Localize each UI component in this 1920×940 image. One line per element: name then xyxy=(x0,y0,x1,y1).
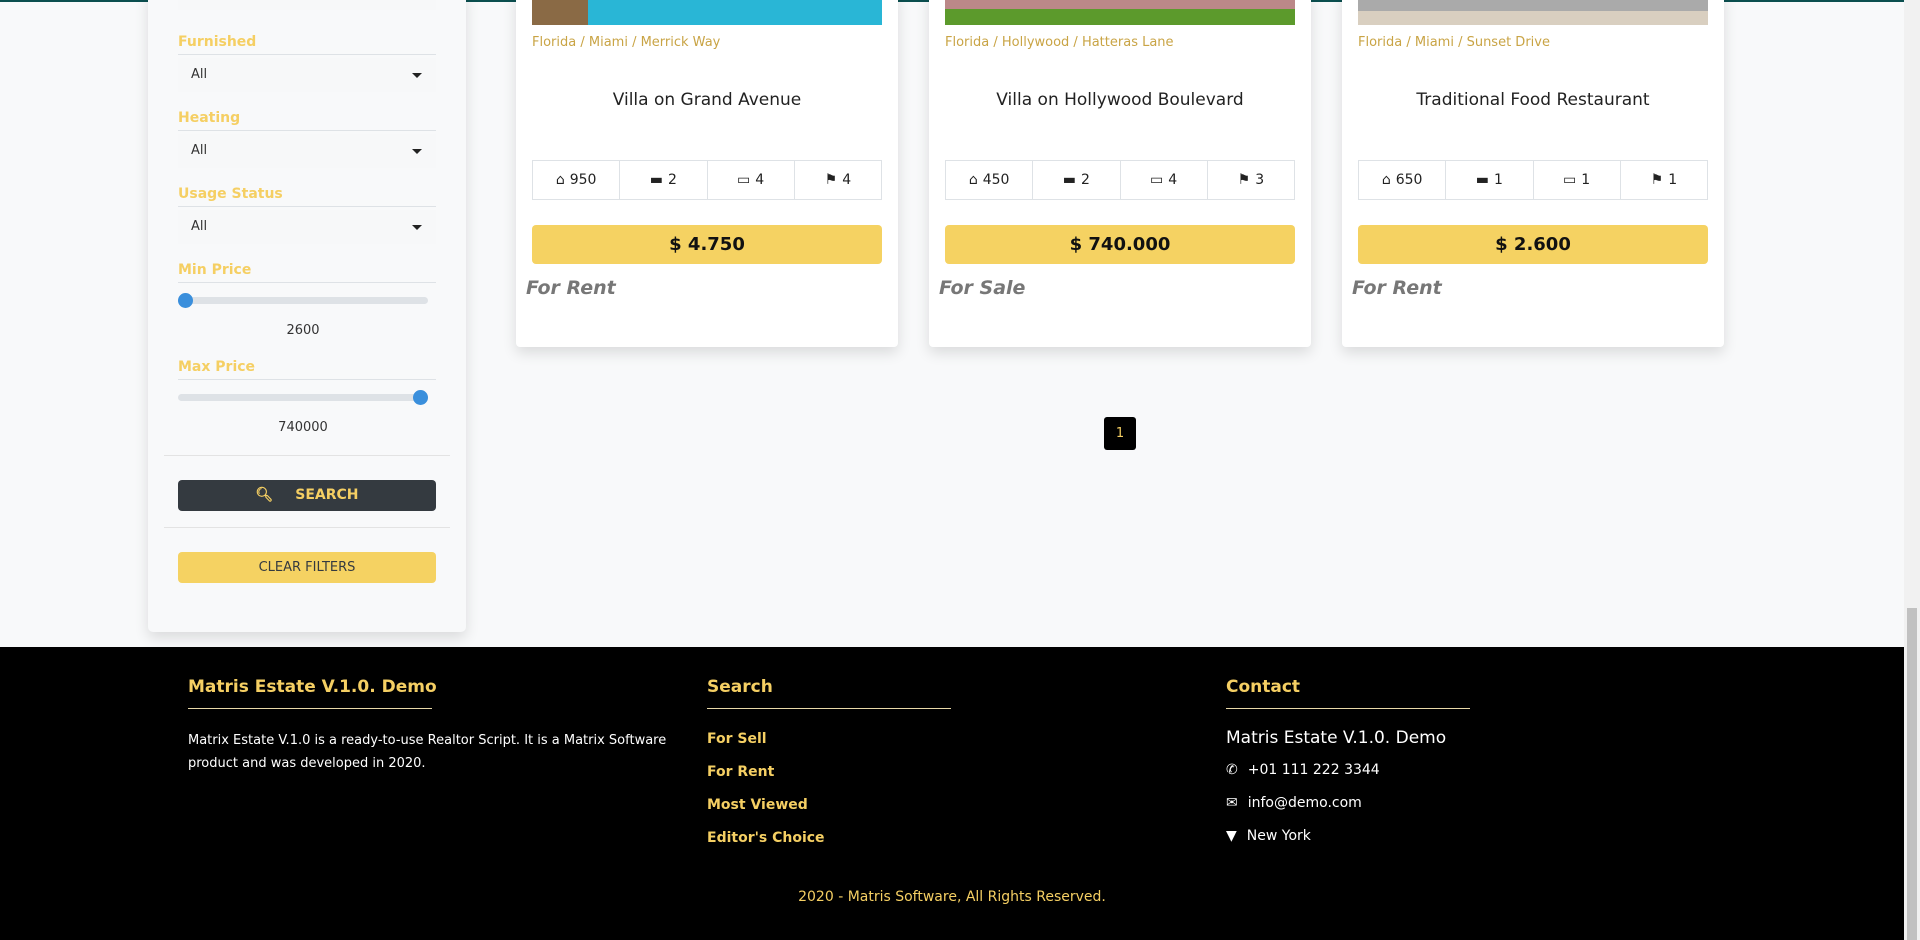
furnished-label: Furnished xyxy=(178,34,436,55)
rooms-value: 2 xyxy=(668,172,677,188)
usage-status-label: Usage Status xyxy=(178,186,436,207)
listing-status: For Rent xyxy=(526,277,616,299)
divider xyxy=(1226,708,1470,709)
listing-image[interactable] xyxy=(532,0,882,25)
listing-status: For Rent xyxy=(1352,277,1442,299)
min-price-value: 2600 xyxy=(286,323,320,338)
beds-value: 4 xyxy=(1168,172,1178,188)
rooms-value: 2 xyxy=(1081,172,1090,188)
map-marker-icon: ▼ xyxy=(1226,828,1237,844)
footer-link-editors-choice[interactable]: Editor's Choice xyxy=(707,830,825,846)
copyright: 2020 - Matris Software, All Rights Reser… xyxy=(798,889,1106,905)
listing-price: $ 4.750 xyxy=(532,225,882,264)
heating-select[interactable]: All xyxy=(178,134,436,168)
listing-title[interactable]: Villa on Grand Avenue xyxy=(516,90,898,110)
listing-features: ⌂ 950 ▬ 2 ▭ 4 ⚑ 4 xyxy=(532,160,882,200)
listing-price: $ 2.600 xyxy=(1358,225,1708,264)
min-price-slider[interactable] xyxy=(178,293,428,308)
furnished-value: All xyxy=(191,67,208,82)
footer-link-most-viewed[interactable]: Most Viewed xyxy=(707,797,808,813)
divider xyxy=(707,708,951,709)
listing-card[interactable]: Florida / Miami / Merrick Way Villa on G… xyxy=(516,0,898,347)
footer-contact-title: Contact xyxy=(1226,677,1301,697)
filter-sidebar: Furnished All Heating All Usage Status A… xyxy=(148,0,466,632)
divider xyxy=(188,708,432,709)
footer: Matris Estate V.1.0. Demo Matrix Estate … xyxy=(0,647,1904,940)
max-price-label: Max Price xyxy=(178,359,436,380)
bed-icon: ▭ xyxy=(737,172,751,188)
listing-features: ⌂ 650 ▬ 1 ▭ 1 ⚑ 1 xyxy=(1358,160,1708,200)
footer-link-for-rent[interactable]: For Rent xyxy=(707,764,774,780)
baths-value: 1 xyxy=(1668,172,1678,188)
search-button[interactable]: 🔍︎ SEARCH xyxy=(178,480,436,511)
couch-icon: ▬ xyxy=(649,172,664,188)
couch-icon: ▬ xyxy=(1475,172,1490,188)
beds-value: 1 xyxy=(1581,172,1591,188)
listing-image[interactable] xyxy=(945,0,1295,25)
min-price-label: Min Price xyxy=(178,262,436,283)
shower-icon: ⚑ xyxy=(824,172,838,188)
footer-search-title: Search xyxy=(707,677,773,697)
shower-icon: ⚑ xyxy=(1650,172,1664,188)
heating-value: All xyxy=(191,143,208,158)
bed-icon: ▭ xyxy=(1150,172,1164,188)
caret-down-icon xyxy=(412,73,422,78)
home-icon: ⌂ xyxy=(1381,172,1391,188)
baths-value: 3 xyxy=(1255,172,1265,188)
listing-title[interactable]: Traditional Food Restaurant xyxy=(1342,90,1724,110)
listing-location: Florida / Hollywood / Hatteras Lane xyxy=(945,35,1174,50)
scrollbar[interactable] xyxy=(1904,0,1920,940)
listing-image[interactable] xyxy=(1358,0,1708,25)
max-price-value: 740000 xyxy=(278,420,328,435)
listing-price: $ 740.000 xyxy=(945,225,1295,264)
max-price-slider[interactable] xyxy=(178,390,428,405)
couch-icon: ▬ xyxy=(1062,172,1077,188)
area-value: 450 xyxy=(982,172,1010,188)
contact-phone: +01 111 222 3344 xyxy=(1247,762,1380,778)
contact-name: Matris Estate V.1.0. Demo xyxy=(1226,728,1447,748)
furnished-select[interactable]: All xyxy=(178,58,436,92)
beds-value: 4 xyxy=(755,172,765,188)
caret-down-icon xyxy=(412,149,422,154)
area-value: 950 xyxy=(569,172,597,188)
listing-features: ⌂ 450 ▬ 2 ▭ 4 ⚑ 3 xyxy=(945,160,1295,200)
search-button-label: SEARCH xyxy=(295,487,359,503)
shower-icon: ⚑ xyxy=(1237,172,1251,188)
baths-value: 4 xyxy=(842,172,852,188)
rooms-value: 1 xyxy=(1494,172,1503,188)
home-icon: ⌂ xyxy=(968,172,978,188)
previous-filter-select[interactable] xyxy=(178,0,436,10)
pagination-page-1[interactable]: 1 xyxy=(1104,417,1136,450)
listing-location: Florida / Miami / Merrick Way xyxy=(532,35,721,50)
area-value: 650 xyxy=(1395,172,1423,188)
listing-location: Florida / Miami / Sunset Drive xyxy=(1358,35,1550,50)
slider-thumb[interactable] xyxy=(178,293,193,308)
listing-card[interactable]: Florida / Miami / Sunset Drive Tradition… xyxy=(1342,0,1724,347)
contact-address: New York xyxy=(1246,828,1311,844)
footer-link-for-sell[interactable]: For Sell xyxy=(707,731,767,747)
listing-title[interactable]: Villa on Hollywood Boulevard xyxy=(929,90,1311,110)
home-icon: ⌂ xyxy=(555,172,565,188)
scrollbar-thumb[interactable] xyxy=(1907,608,1917,940)
footer-about-title: Matris Estate V.1.0. Demo xyxy=(188,677,437,697)
bed-icon: ▭ xyxy=(1563,172,1577,188)
usage-status-select[interactable]: All xyxy=(178,210,436,244)
heating-label: Heating xyxy=(178,110,436,131)
listing-card[interactable]: Florida / Hollywood / Hatteras Lane Vill… xyxy=(929,0,1311,347)
phone-icon: ✆ xyxy=(1226,762,1238,778)
envelope-icon: ✉ xyxy=(1226,795,1238,811)
slider-thumb[interactable] xyxy=(413,390,428,405)
clear-filters-button[interactable]: CLEAR FILTERS xyxy=(178,552,436,583)
usage-status-value: All xyxy=(191,219,208,234)
caret-down-icon xyxy=(412,225,422,230)
divider xyxy=(164,527,450,528)
listing-status: For Sale xyxy=(939,277,1026,299)
footer-about-text: Matrix Estate V.1.0 is a ready-to-use Re… xyxy=(188,733,667,771)
contact-email: info@demo.com xyxy=(1247,795,1362,811)
search-icon: 🔍︎ xyxy=(255,487,274,503)
divider xyxy=(164,455,450,456)
